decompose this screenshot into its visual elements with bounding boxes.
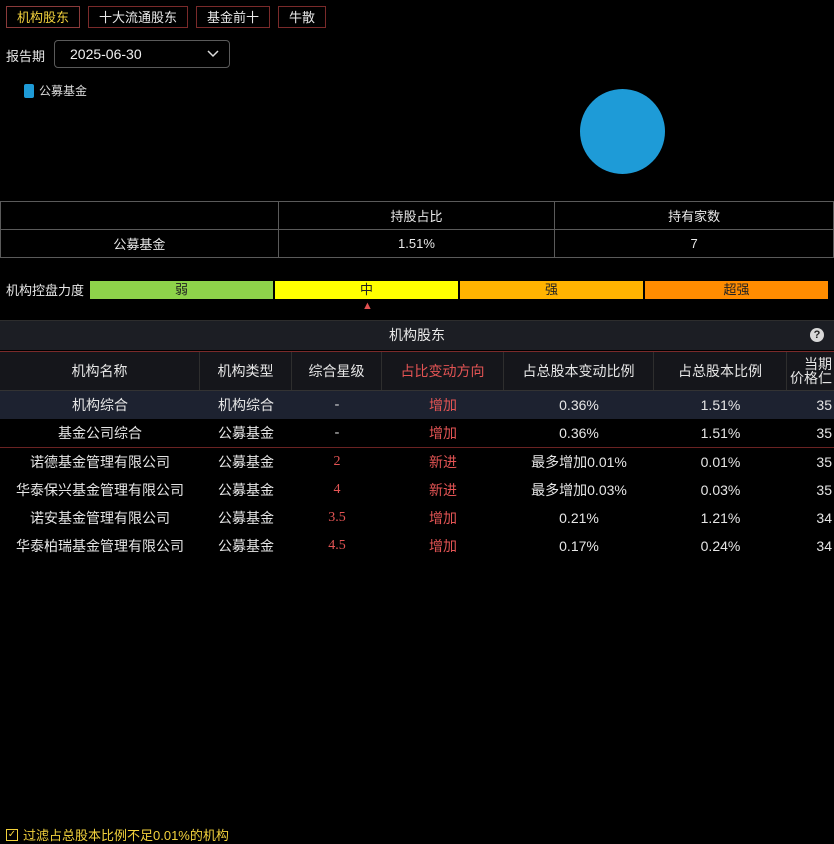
- legend-swatch-icon: [24, 83, 34, 98]
- table-row[interactable]: 诺德基金管理有限公司 公募基金 2 新进 最多增加0.01% 0.01% 35: [0, 448, 834, 476]
- summary-header-ratio: 持股占比: [277, 201, 556, 230]
- cell-rating: 4.5: [328, 538, 346, 553]
- holding-summary-table: 持股占比 持有家数 公募基金 1.51% 7: [0, 201, 834, 258]
- cell-rating: -: [334, 425, 340, 440]
- cell-ratio: 0.03%: [700, 482, 741, 498]
- triangle-up-icon: ▲: [362, 300, 373, 312]
- cell-ratio: 1.51%: [700, 425, 741, 441]
- cell-direction: 增加: [429, 397, 457, 413]
- column-header-rating[interactable]: 综合星级: [292, 352, 382, 390]
- cell-ratio: 1.21%: [700, 510, 741, 526]
- level-medium: 中: [275, 281, 458, 299]
- summary-type: 公募基金: [0, 229, 279, 258]
- column-header-type[interactable]: 机构类型: [200, 352, 292, 390]
- cell-change: 0.17%: [559, 538, 599, 554]
- cell-rating: 4: [333, 482, 341, 497]
- tab-institutional-holders[interactable]: 机构股东: [6, 6, 81, 28]
- cell-rating: 2: [333, 454, 341, 469]
- summary-row: 公募基金 1.51% 7: [0, 229, 834, 258]
- column-header-price-line2: 价格仁: [790, 370, 832, 386]
- section-header: 机构股东 ?: [0, 320, 834, 350]
- tab-bar: 机构股东 十大流通股东 基金前十 牛散: [6, 6, 327, 28]
- chart-legend[interactable]: 公募基金: [24, 82, 87, 99]
- filter-small-holders-toggle[interactable]: ✓ 过滤占总股本比例不足0.01%的机构: [6, 825, 229, 844]
- cell-type: 公募基金: [218, 454, 274, 470]
- summary-header-row: 持股占比 持有家数: [0, 201, 834, 230]
- cell-direction: 新进: [429, 454, 457, 470]
- cell-type: 公募基金: [218, 425, 274, 441]
- cell-rating: -: [334, 397, 340, 412]
- legend-label: 公募基金: [39, 84, 88, 98]
- checkbox-checked-icon[interactable]: ✓: [6, 828, 18, 841]
- cell-name: 机构综合: [72, 397, 128, 413]
- table-header-row: 机构名称 机构类型 综合星级 占比变动方向 占总股本变动比例 占总股本比例 当期…: [0, 351, 834, 391]
- table-row[interactable]: 基金公司综合 公募基金 - 增加 0.36% 1.51% 35: [0, 419, 834, 448]
- cell-name: 华泰柏瑞基金管理有限公司: [16, 538, 184, 554]
- cell-type: 公募基金: [218, 510, 274, 526]
- level-super-strong: 超强: [645, 281, 828, 299]
- level-strong: 强: [460, 281, 643, 299]
- cell-name: 基金公司综合: [58, 425, 142, 441]
- control-strength-label: 机构控盘力度: [6, 283, 85, 298]
- cell-direction: 增加: [429, 538, 457, 554]
- cell-change: 0.36%: [559, 397, 599, 413]
- report-period-label: 报告期: [6, 49, 46, 64]
- summary-header-blank: [0, 201, 279, 230]
- column-header-ratio[interactable]: 占总股本比例: [654, 352, 787, 390]
- cell-direction: 增加: [429, 425, 457, 441]
- cell-name: 华泰保兴基金管理有限公司: [16, 482, 184, 498]
- table-row[interactable]: 诺安基金管理有限公司 公募基金 3.5 增加 0.21% 1.21% 34: [0, 504, 834, 532]
- control-strength-bar: 弱 中 强 超强: [90, 281, 828, 299]
- cell-change: 最多增加0.01%: [531, 454, 627, 470]
- cell-rating: 3.5: [328, 510, 346, 525]
- cell-change: 0.21%: [559, 510, 599, 526]
- column-header-direction[interactable]: 占比变动方向: [382, 352, 504, 390]
- cell-price: 34: [816, 510, 832, 526]
- cell-price: 35: [816, 397, 832, 413]
- section-title: 机构股东: [389, 327, 445, 343]
- cell-direction: 新进: [429, 482, 457, 498]
- report-period-value: 2025-06-30: [70, 46, 142, 62]
- tab-top-ten-float-holders[interactable]: 十大流通股东: [88, 6, 189, 28]
- tab-individual-investors[interactable]: 牛散: [278, 6, 327, 28]
- column-header-name[interactable]: 机构名称: [0, 352, 200, 390]
- summary-count: 7: [554, 229, 834, 258]
- summary-ratio: 1.51%: [277, 229, 556, 258]
- cell-price: 35: [816, 425, 832, 441]
- filter-label: 过滤占总股本比例不足0.01%的机构: [23, 828, 229, 843]
- help-icon[interactable]: ?: [810, 328, 824, 342]
- cell-price: 35: [816, 454, 832, 470]
- column-header-price-line1: 当期: [804, 356, 832, 372]
- tab-top-ten-funds[interactable]: 基金前十: [196, 6, 271, 28]
- cell-direction: 增加: [429, 510, 457, 526]
- cell-name: 诺安基金管理有限公司: [30, 510, 170, 526]
- column-header-price[interactable]: 当期 价格仁: [787, 352, 834, 390]
- cell-ratio: 0.24%: [700, 538, 741, 554]
- pie-chart-slice-public-fund[interactable]: [580, 89, 665, 174]
- cell-type: 公募基金: [218, 482, 274, 498]
- table-row[interactable]: 华泰保兴基金管理有限公司 公募基金 4 新进 最多增加0.03% 0.03% 3…: [0, 476, 834, 504]
- chevron-down-icon: [207, 41, 219, 75]
- cell-ratio: 1.51%: [700, 397, 741, 413]
- table-row[interactable]: 机构综合 机构综合 - 增加 0.36% 1.51% 35: [0, 391, 834, 419]
- cell-name: 诺德基金管理有限公司: [30, 454, 170, 470]
- cell-type: 公募基金: [218, 538, 274, 554]
- summary-header-count: 持有家数: [554, 201, 834, 230]
- table-row[interactable]: 华泰柏瑞基金管理有限公司 公募基金 4.5 增加 0.17% 0.24% 34: [0, 532, 834, 560]
- cell-change: 最多增加0.03%: [531, 482, 627, 498]
- institutional-holders-table: 机构名称 机构类型 综合星级 占比变动方向 占总股本变动比例 占总股本比例 当期…: [0, 351, 834, 560]
- cell-change: 0.36%: [559, 425, 599, 441]
- level-weak: 弱: [90, 281, 273, 299]
- cell-ratio: 0.01%: [700, 454, 741, 470]
- report-period-select[interactable]: 2025-06-30: [54, 40, 230, 68]
- cell-price: 35: [816, 482, 832, 498]
- cell-price: 34: [816, 538, 832, 554]
- cell-type: 机构综合: [218, 397, 274, 413]
- column-header-change[interactable]: 占总股本变动比例: [504, 352, 654, 390]
